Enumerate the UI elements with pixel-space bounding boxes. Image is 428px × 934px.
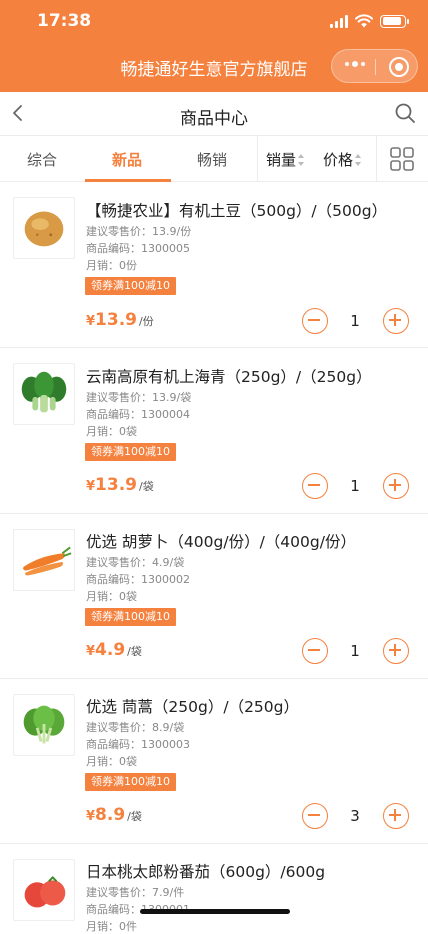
monthly-sales: 月销：0袋 xyxy=(86,755,137,768)
product-name[interactable]: 优选 茼蒿（250g）/（250g） xyxy=(86,695,299,717)
home-indicator xyxy=(140,909,290,914)
sort-arrows-icon xyxy=(355,153,362,166)
quantity-value: 1 xyxy=(350,642,360,660)
grid-view-icon[interactable] xyxy=(389,146,415,172)
nav-bar: 商品中心 xyxy=(0,92,428,136)
more-icon[interactable] xyxy=(345,61,365,67)
suggested-price: 建议零售价：13.9/袋 xyxy=(86,391,192,404)
product-card[interactable]: 优选 茼蒿（250g）/（250g） 建议零售价：8.9/袋 商品编码：1300… xyxy=(0,679,428,843)
tab-new[interactable]: 新品 xyxy=(112,149,142,170)
product-code: 商品编码：1300002 xyxy=(86,573,190,586)
battery-icon xyxy=(380,14,409,28)
close-target-icon[interactable] xyxy=(389,57,409,77)
tab-comprehensive[interactable]: 综合 xyxy=(27,149,57,170)
product-image-potato[interactable] xyxy=(13,197,75,259)
coupon-badge[interactable]: 领券满100减10 xyxy=(85,277,176,295)
tab-price[interactable]: 价格 xyxy=(323,149,362,170)
product-image-greens[interactable] xyxy=(13,694,75,756)
status-bar: 17:38 xyxy=(0,10,428,34)
increase-quantity-button[interactable] xyxy=(383,803,409,829)
product-card[interactable]: 云南高原有机上海青（250g）/（250g） 建议零售价：13.9/袋 商品编码… xyxy=(0,348,428,513)
decrease-quantity-button[interactable] xyxy=(302,638,328,664)
quantity-value: 1 xyxy=(350,477,360,495)
quantity-value: 1 xyxy=(350,312,360,330)
decrease-quantity-button[interactable] xyxy=(302,473,328,499)
tab-bestselling[interactable]: 畅销 xyxy=(197,149,227,170)
signal-icon xyxy=(330,14,348,28)
product-price: ¥13.9/份 xyxy=(86,310,154,330)
app-header: 17:38 畅捷通好生意官方旗舰店 xyxy=(0,0,428,92)
quantity-value: 3 xyxy=(350,807,360,825)
search-icon[interactable] xyxy=(394,102,416,124)
product-code: 商品编码：1300003 xyxy=(86,738,190,751)
product-price: ¥8.9/袋 xyxy=(86,805,142,825)
page-title: 商品中心 xyxy=(180,109,248,129)
suggested-price: 建议零售价：4.9/袋 xyxy=(86,556,185,569)
decrease-quantity-button[interactable] xyxy=(302,308,328,334)
increase-quantity-button[interactable] xyxy=(383,473,409,499)
monthly-sales: 月销：0袋 xyxy=(86,425,137,438)
wifi-icon xyxy=(355,14,373,28)
product-image-bok-choy[interactable] xyxy=(13,363,75,425)
product-code: 商品编码：1300004 xyxy=(86,408,190,421)
monthly-sales: 月销：0份 xyxy=(86,259,137,272)
tab-sales-volume[interactable]: 销量 xyxy=(266,149,305,170)
product-price: ¥4.9/袋 xyxy=(86,640,142,660)
monthly-sales: 月销：0袋 xyxy=(86,590,137,603)
product-name[interactable]: 优选 胡萝卜（400g/份）/（400g/份） xyxy=(86,530,356,552)
increase-quantity-button[interactable] xyxy=(383,308,409,334)
suggested-price: 建议零售价：7.9/件 xyxy=(86,886,185,899)
coupon-badge[interactable]: 领券满100减10 xyxy=(85,443,176,461)
coupon-badge[interactable]: 领券满100减10 xyxy=(85,608,176,626)
product-name[interactable]: 云南高原有机上海青（250g）/（250g） xyxy=(86,365,372,387)
coupon-badge[interactable]: 领券满100减10 xyxy=(85,773,176,791)
suggested-price: 建议零售价：13.9/份 xyxy=(86,225,192,238)
decrease-quantity-button[interactable] xyxy=(302,803,328,829)
sort-arrows-icon xyxy=(298,153,305,166)
status-time: 17:38 xyxy=(37,11,92,31)
product-name[interactable]: 日本桃太郎粉番茄（600g）/600g xyxy=(86,860,325,882)
product-image-carrot[interactable] xyxy=(13,529,75,591)
status-icons xyxy=(330,14,409,28)
sort-tabs: 综合 新品 畅销 销量 价格 xyxy=(0,136,428,182)
product-name[interactable]: 【畅捷农业】有机土豆（500g）/（500g） xyxy=(86,199,387,221)
product-code: 商品编码：1300005 xyxy=(86,242,190,255)
product-image-tomato[interactable] xyxy=(13,859,75,921)
product-price: ¥13.9/袋 xyxy=(86,475,154,495)
monthly-sales: 月销：0件 xyxy=(86,920,137,933)
product-card[interactable]: 优选 胡萝卜（400g/份）/（400g/份） 建议零售价：4.9/袋 商品编码… xyxy=(0,514,428,678)
mini-program-capsule[interactable] xyxy=(331,49,418,83)
increase-quantity-button[interactable] xyxy=(383,638,409,664)
product-card[interactable]: 【畅捷农业】有机土豆（500g）/（500g） 建议零售价：13.9/份 商品编… xyxy=(0,182,428,347)
suggested-price: 建议零售价：8.9/袋 xyxy=(86,721,185,734)
